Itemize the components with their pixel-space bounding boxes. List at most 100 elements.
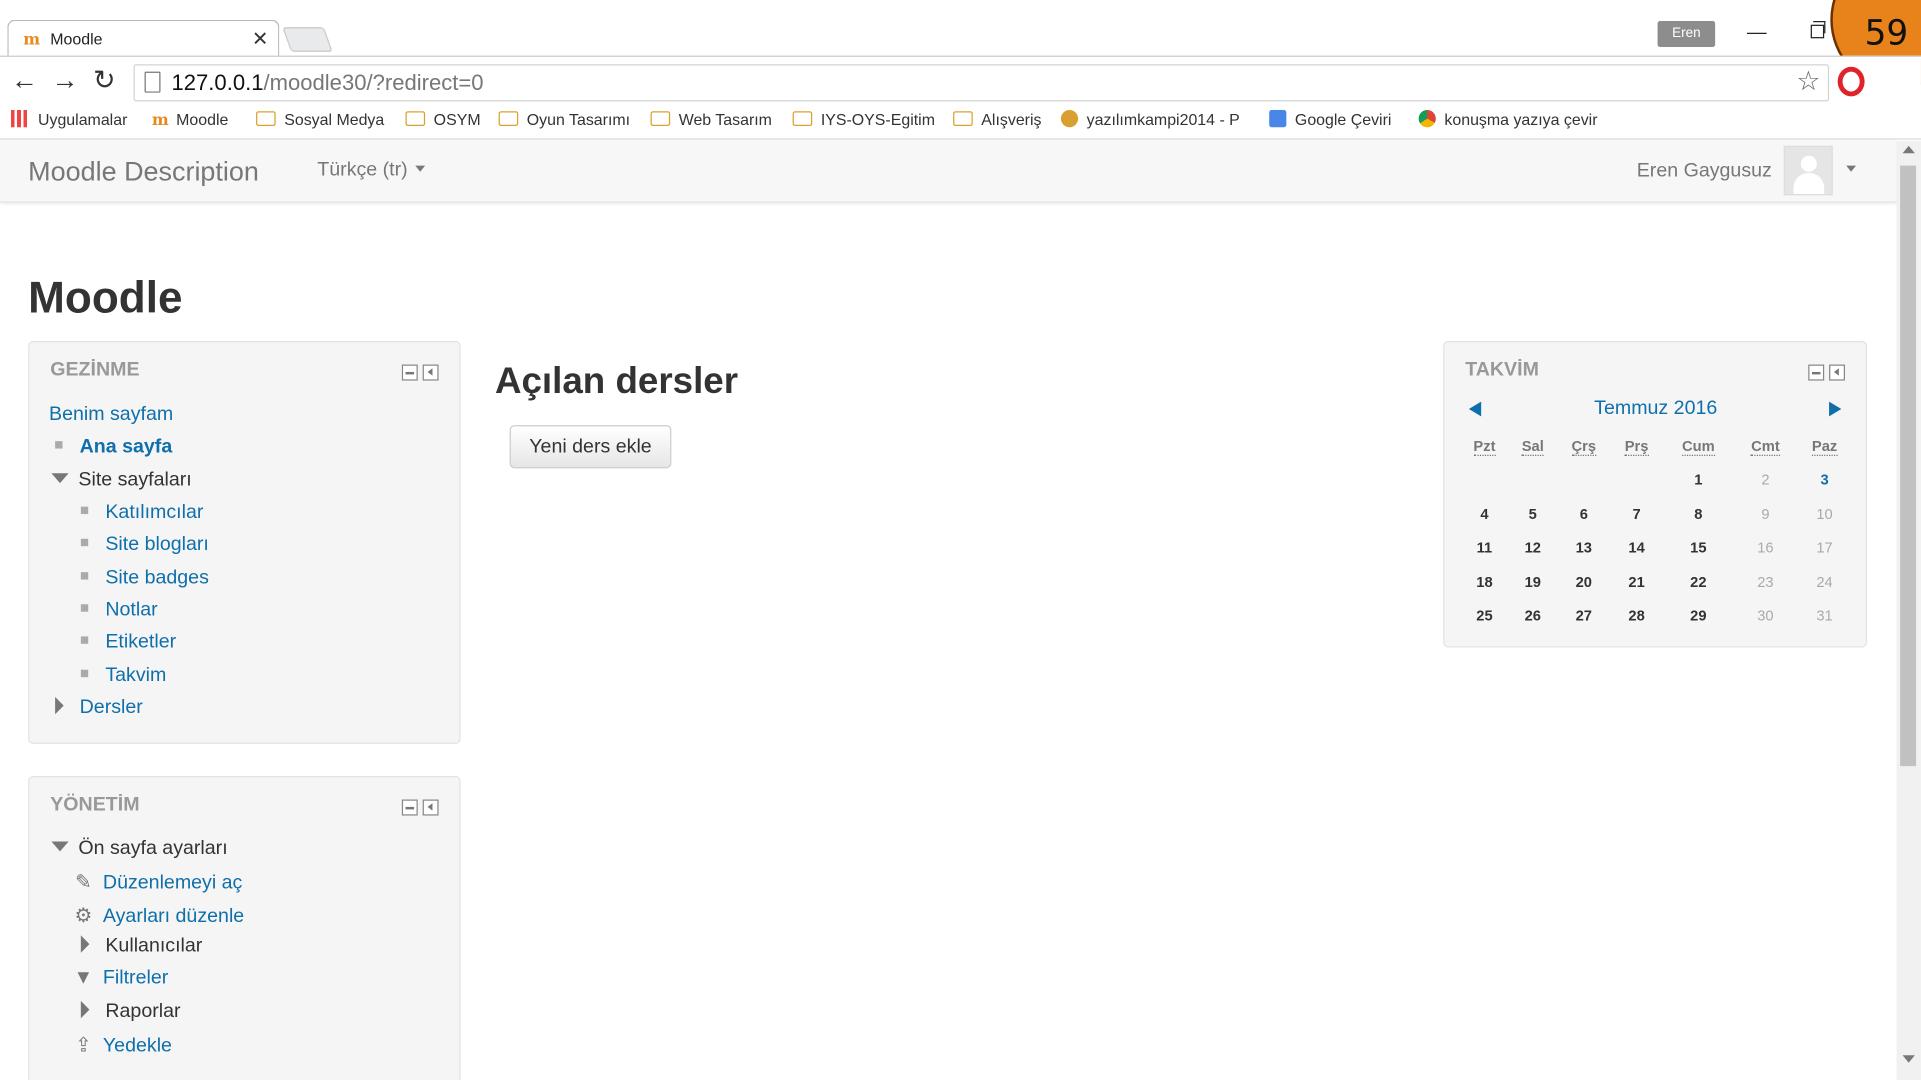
- calendar-day[interactable]: 16: [1734, 531, 1797, 565]
- nav-calendar[interactable]: Takvim: [80, 665, 166, 687]
- page-scrollbar[interactable]: [1896, 140, 1921, 1080]
- opera-extension-icon[interactable]: [1837, 66, 1865, 97]
- new-tab-button[interactable]: [282, 27, 333, 52]
- calendar-month-link[interactable]: Temmuz 2016: [1444, 398, 1867, 420]
- user-menu-caret-icon[interactable]: [1846, 165, 1857, 172]
- bookmark-google-ceviri[interactable]: Google Çeviri: [1269, 109, 1392, 129]
- calendar-day[interactable]: 5: [1509, 497, 1557, 531]
- back-arrow-icon[interactable]: ←: [11, 64, 38, 96]
- collapse-block-icon[interactable]: [401, 799, 418, 816]
- calendar-day[interactable]: 23: [1734, 565, 1797, 599]
- calendar-day[interactable]: 15: [1663, 531, 1735, 565]
- admin-front-page-settings[interactable]: Ön sayfa ayarları: [51, 838, 228, 860]
- bookmark-folder-alisveris[interactable]: Alışveriş: [953, 110, 1041, 129]
- nav-site-pages-label: Site sayfaları: [78, 469, 192, 491]
- calendar-day[interactable]: 14: [1611, 531, 1663, 565]
- collapse-block-icon[interactable]: [401, 364, 418, 381]
- collapse-block-icon[interactable]: [1808, 364, 1825, 381]
- forward-arrow-icon[interactable]: →: [51, 64, 78, 96]
- gear-icon: ⚙: [74, 905, 93, 927]
- calendar-day[interactable]: 28: [1611, 599, 1663, 633]
- nav-home-item[interactable]: Ana sayfa: [55, 436, 172, 458]
- admin-reports[interactable]: Raporlar: [80, 1000, 181, 1023]
- calendar-day[interactable]: 21: [1611, 565, 1663, 599]
- calendar-day[interactable]: 22: [1663, 565, 1735, 599]
- calendar-day[interactable]: 24: [1797, 565, 1853, 599]
- admin-turn-editing-on[interactable]: ✎ Düzenlemeyi aç: [72, 870, 242, 895]
- calendar-day[interactable]: 12: [1509, 531, 1557, 565]
- calendar-day[interactable]: 13: [1557, 531, 1611, 565]
- nav-my-page[interactable]: Benim sayfam: [49, 404, 173, 426]
- nav-site-blogs[interactable]: Site blogları: [80, 534, 209, 556]
- minimize-icon[interactable]: —: [1747, 22, 1767, 44]
- weekday-header: Paz: [1797, 429, 1853, 463]
- weekday-header: Cmt: [1734, 429, 1797, 463]
- tab-title: Moodle: [50, 29, 103, 49]
- calendar-day[interactable]: 27: [1557, 599, 1611, 633]
- calendar-day[interactable]: 31: [1797, 599, 1853, 633]
- site-brand-link[interactable]: Moodle Description: [28, 156, 259, 188]
- admin-backup[interactable]: ⇪ Yedekle: [72, 1033, 172, 1058]
- restore-icon[interactable]: [1810, 21, 1826, 39]
- bookmark-folder-sosyal-medya[interactable]: Sosyal Medya: [256, 110, 384, 129]
- bookmark-folder-oyun-tasarimi[interactable]: Oyun Tasarımı: [498, 110, 630, 129]
- calendar-day[interactable]: 3: [1797, 463, 1853, 497]
- calendar-day[interactable]: 29: [1663, 599, 1735, 633]
- bookmark-moodle[interactable]: m Moodle: [152, 110, 228, 130]
- calendar-day[interactable]: 20: [1557, 565, 1611, 599]
- available-courses-heading: Açılan dersler: [494, 360, 739, 402]
- scroll-up-arrow-icon[interactable]: [1902, 145, 1915, 154]
- calendar-day[interactable]: 18: [1460, 565, 1508, 599]
- nav-courses[interactable]: Dersler: [55, 696, 143, 719]
- dock-block-icon[interactable]: [1829, 364, 1846, 381]
- nav-home[interactable]: Ana sayfa: [80, 436, 173, 457]
- nav-participants[interactable]: Katılımcılar: [80, 502, 203, 524]
- admin-edit-settings[interactable]: ⚙ Ayarları düzenle: [72, 903, 245, 928]
- language-menu[interactable]: Türkçe (tr): [317, 159, 425, 181]
- calendar-day[interactable]: 7: [1611, 497, 1663, 531]
- nav-notes[interactable]: Notlar: [80, 599, 158, 621]
- calendar-day[interactable]: 9: [1734, 497, 1797, 531]
- dock-block-icon[interactable]: [422, 364, 439, 381]
- calendar-day[interactable]: 25: [1460, 599, 1508, 633]
- calendar-day[interactable]: 10: [1797, 497, 1853, 531]
- calendar-day[interactable]: 11: [1460, 531, 1508, 565]
- profile-button[interactable]: Eren: [1657, 21, 1716, 47]
- admin-users[interactable]: Kullanıcılar: [80, 935, 202, 957]
- dock-block-icon[interactable]: [422, 799, 439, 816]
- reload-icon[interactable]: ↻: [93, 64, 116, 96]
- calendar-day[interactable]: 26: [1509, 599, 1557, 633]
- admin-filters[interactable]: ▼ Filtreler: [72, 968, 169, 990]
- calendar-day[interactable]: 1: [1663, 463, 1735, 497]
- bookmark-folder-web-tasarim[interactable]: Web Tasarım: [650, 110, 772, 129]
- bookmark-apps[interactable]: Uygulamalar: [11, 109, 127, 129]
- close-tab-icon[interactable]: ✕: [252, 27, 268, 52]
- bookmark-folder-iys[interactable]: IYS-OYS-Egitim: [792, 110, 935, 129]
- browser-tab[interactable]: m Moodle ✕: [7, 19, 280, 57]
- nav-tags[interactable]: Etiketler: [80, 631, 176, 653]
- calendar-day[interactable]: 4: [1460, 497, 1508, 531]
- calendar-day[interactable]: 30: [1734, 599, 1797, 633]
- bookmark-star-icon[interactable]: ☆: [1796, 65, 1820, 97]
- calendar-day[interactable]: 19: [1509, 565, 1557, 599]
- calendar-empty-cell: [1557, 463, 1611, 497]
- bookmark-label: Google Çeviri: [1294, 109, 1392, 129]
- address-bar[interactable]: 127.0.0.1/moodle30/?redirect=0 ☆: [133, 64, 1830, 102]
- weekday-header: Prş: [1611, 429, 1663, 463]
- calendar-day[interactable]: 17: [1797, 531, 1853, 565]
- user-name[interactable]: Eren Gaygusuz: [1637, 161, 1772, 183]
- user-avatar[interactable]: [1783, 145, 1833, 196]
- calendar-day[interactable]: 8: [1663, 497, 1735, 531]
- bookmark-konusma[interactable]: konuşma yazıya çevir: [1418, 109, 1598, 129]
- nav-site-badges[interactable]: Site badges: [80, 567, 209, 589]
- bookmark-yazilimkampi[interactable]: yazılımkampi2014 - P: [1060, 109, 1240, 129]
- calendar-day[interactable]: 6: [1557, 497, 1611, 531]
- bookmark-folder-osym[interactable]: OSYM: [405, 110, 481, 129]
- page-title: Moodle: [28, 271, 183, 323]
- scrollbar-thumb[interactable]: [1900, 165, 1917, 767]
- add-new-course-button[interactable]: Yeni ders ekle: [509, 425, 672, 469]
- next-month-arrow-icon[interactable]: [1829, 401, 1842, 417]
- scroll-down-arrow-icon[interactable]: [1902, 1055, 1915, 1063]
- nav-site-pages[interactable]: Site sayfaları: [51, 469, 192, 492]
- calendar-day[interactable]: 2: [1734, 463, 1797, 497]
